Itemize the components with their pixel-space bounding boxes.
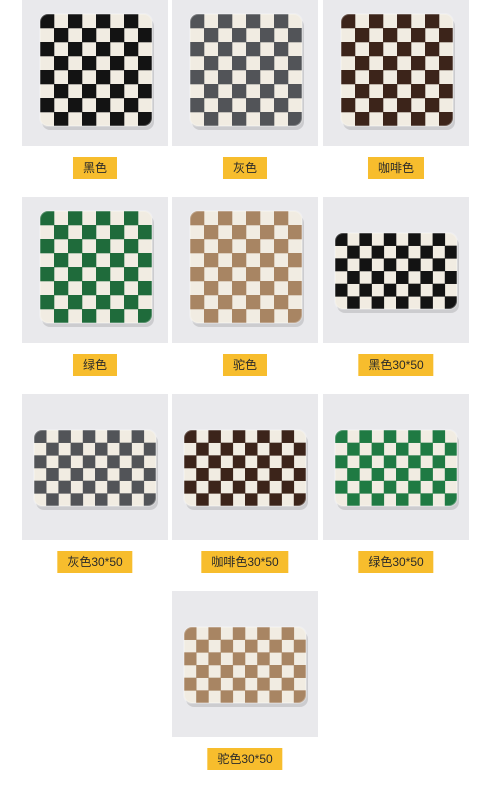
- product-photo[interactable]: [323, 197, 469, 343]
- checkered-pillow-image: [33, 429, 158, 510]
- product-color-label: 咖啡色: [367, 157, 425, 179]
- product-card[interactable]: 灰色30*50: [22, 394, 168, 573]
- checkered-pillow-image: [334, 232, 459, 313]
- product-card[interactable]: 绿色30*50: [323, 394, 469, 573]
- product-photo[interactable]: [172, 394, 318, 540]
- product-card[interactable]: 咖啡色30*50: [172, 394, 318, 573]
- product-color-label: 咖啡色30*50: [201, 551, 289, 573]
- checkered-pillow-image: [340, 13, 455, 130]
- product-color-label: 绿色: [72, 354, 118, 376]
- product-card[interactable]: 驼色: [172, 197, 318, 376]
- product-photo[interactable]: [323, 0, 469, 146]
- product-card[interactable]: 咖啡色: [323, 0, 469, 179]
- product-color-label: 灰色: [222, 157, 268, 179]
- product-card[interactable]: 黑色: [22, 0, 168, 179]
- checkered-pillow-image: [39, 210, 154, 327]
- product-photo[interactable]: [172, 197, 318, 343]
- product-photo[interactable]: [172, 0, 318, 146]
- product-photo[interactable]: [172, 591, 318, 737]
- product-color-label: 驼色30*50: [207, 748, 283, 770]
- checkered-pillow-image: [189, 210, 304, 327]
- checkered-pillow-image: [334, 429, 459, 510]
- product-color-label: 黑色: [72, 157, 118, 179]
- product-color-label: 黑色30*50: [358, 354, 434, 376]
- product-photo[interactable]: [323, 394, 469, 540]
- product-photo[interactable]: [22, 197, 168, 343]
- product-color-label: 驼色: [222, 354, 268, 376]
- product-card[interactable]: 驼色30*50: [172, 591, 318, 770]
- product-color-label: 绿色30*50: [358, 551, 434, 573]
- product-photo[interactable]: [22, 0, 168, 146]
- product-card[interactable]: 灰色: [172, 0, 318, 179]
- product-card[interactable]: 黑色30*50: [323, 197, 469, 376]
- product-color-label: 灰色30*50: [57, 551, 133, 573]
- checkered-pillow-image: [39, 13, 154, 130]
- checkered-pillow-image: [183, 626, 308, 707]
- product-photo[interactable]: [22, 394, 168, 540]
- product-card[interactable]: 绿色: [22, 197, 168, 376]
- checkered-pillow-image: [189, 13, 304, 130]
- checkered-pillow-image: [183, 429, 308, 510]
